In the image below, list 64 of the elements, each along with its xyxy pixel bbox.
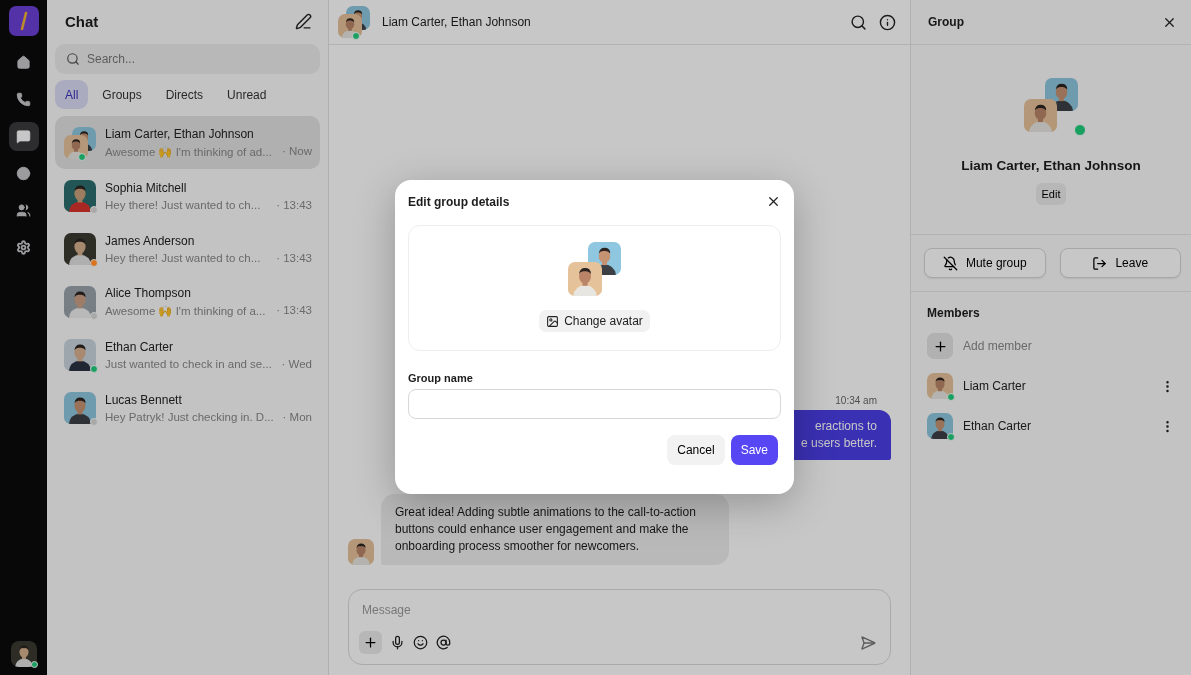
member-name: Liam Carter bbox=[963, 379, 1027, 393]
change-avatar-button[interactable]: Change avatar bbox=[539, 310, 650, 332]
message-time: · 13:43 bbox=[276, 303, 312, 318]
mention-icon[interactable] bbox=[436, 635, 451, 650]
message-bubble: Great idea! Adding subtle animations to the call-to-action buttons could enhance user engagement and make the onboarding process smoother for newcomers. bbox=[381, 494, 729, 565]
group-name: Liam Carter, Ethan Johnson bbox=[961, 158, 1141, 173]
chat-row[interactable]: Liam Carter, Ethan Johnson Awesome 🙌 I'm thinking of ad... · Now bbox=[55, 116, 320, 169]
plus-icon bbox=[932, 338, 948, 354]
filter-tab[interactable]: Unread bbox=[217, 80, 277, 109]
filter-tab[interactable]: Groups bbox=[92, 80, 152, 109]
plus-icon bbox=[363, 635, 378, 650]
people-icon bbox=[16, 203, 31, 218]
cancel-button[interactable]: Cancel bbox=[667, 435, 725, 465]
send-icon[interactable] bbox=[860, 634, 876, 651]
panel-title: Chat bbox=[65, 12, 99, 30]
phone-icon bbox=[16, 92, 31, 107]
home-icon bbox=[16, 55, 31, 70]
exit-icon bbox=[1092, 255, 1108, 271]
info-icon[interactable] bbox=[879, 13, 896, 31]
message-time: · 13:43 bbox=[276, 198, 312, 211]
gear-icon bbox=[16, 240, 31, 255]
group-name-field[interactable] bbox=[408, 389, 781, 419]
chat-nav-button[interactable] bbox=[8, 122, 39, 151]
chat-name: Lucas Bennett bbox=[105, 392, 183, 407]
message-time: · Mon bbox=[282, 410, 312, 423]
microphone-icon[interactable] bbox=[390, 635, 405, 650]
message-preview: Hey there! Just wanted to ch... bbox=[105, 198, 261, 211]
chat-name: Liam Carter, Ethan Johnson bbox=[105, 126, 255, 141]
filter-tab[interactable]: All bbox=[55, 80, 89, 109]
section-title: Members bbox=[927, 306, 981, 320]
search-field[interactable]: Search... bbox=[55, 44, 320, 74]
message-preview: Just wanted to check in and se... bbox=[105, 357, 272, 370]
message-preview: Awesome 🙌 I'm thinking of ad... bbox=[105, 144, 272, 159]
message-time: · Now bbox=[281, 144, 312, 159]
conversation-title: Liam Carter, Ethan Johnson bbox=[382, 15, 532, 29]
message-preview: Hey there! Just wanted to ch... bbox=[105, 251, 261, 264]
message-time: · 13:43 bbox=[276, 251, 312, 264]
save-button[interactable]: Save bbox=[730, 435, 778, 465]
edit-button[interactable]: Edit bbox=[1035, 183, 1067, 205]
search-icon[interactable] bbox=[850, 13, 867, 31]
dialog-title: Edit group details bbox=[408, 194, 510, 209]
filter-tab[interactable]: Directs bbox=[155, 80, 214, 109]
compose-icon[interactable] bbox=[295, 12, 312, 30]
bell-off-icon bbox=[942, 255, 958, 271]
message-time: 10:34 am bbox=[835, 395, 877, 406]
mute-group-button[interactable]: Mute group bbox=[924, 248, 1046, 278]
chat-name: Ethan Carter bbox=[105, 339, 175, 354]
chat-name: James Anderson bbox=[105, 233, 196, 248]
logo-icon[interactable] bbox=[8, 6, 39, 36]
chat-name: Sophia Mitchell bbox=[105, 180, 188, 195]
image-icon bbox=[546, 314, 560, 328]
message-preview: Hey Patryk! Just checking in. D... bbox=[105, 410, 274, 423]
leave-button[interactable]: Leave bbox=[1059, 248, 1181, 278]
field-label: Group name bbox=[408, 372, 474, 384]
member-name: Ethan Carter bbox=[963, 419, 1033, 433]
chat-icon bbox=[16, 129, 31, 144]
panel-title: Group bbox=[928, 15, 964, 29]
add-member-button[interactable] bbox=[927, 333, 953, 359]
add-attachment-button[interactable] bbox=[359, 631, 382, 654]
message-time: · Wed bbox=[281, 357, 312, 370]
emoji-icon[interactable] bbox=[413, 635, 428, 650]
chat-name: Alice Thompson bbox=[105, 285, 192, 300]
message-preview: Awesome 🙌 I'm thinking of a... bbox=[105, 303, 266, 318]
close-icon[interactable] bbox=[766, 194, 781, 209]
